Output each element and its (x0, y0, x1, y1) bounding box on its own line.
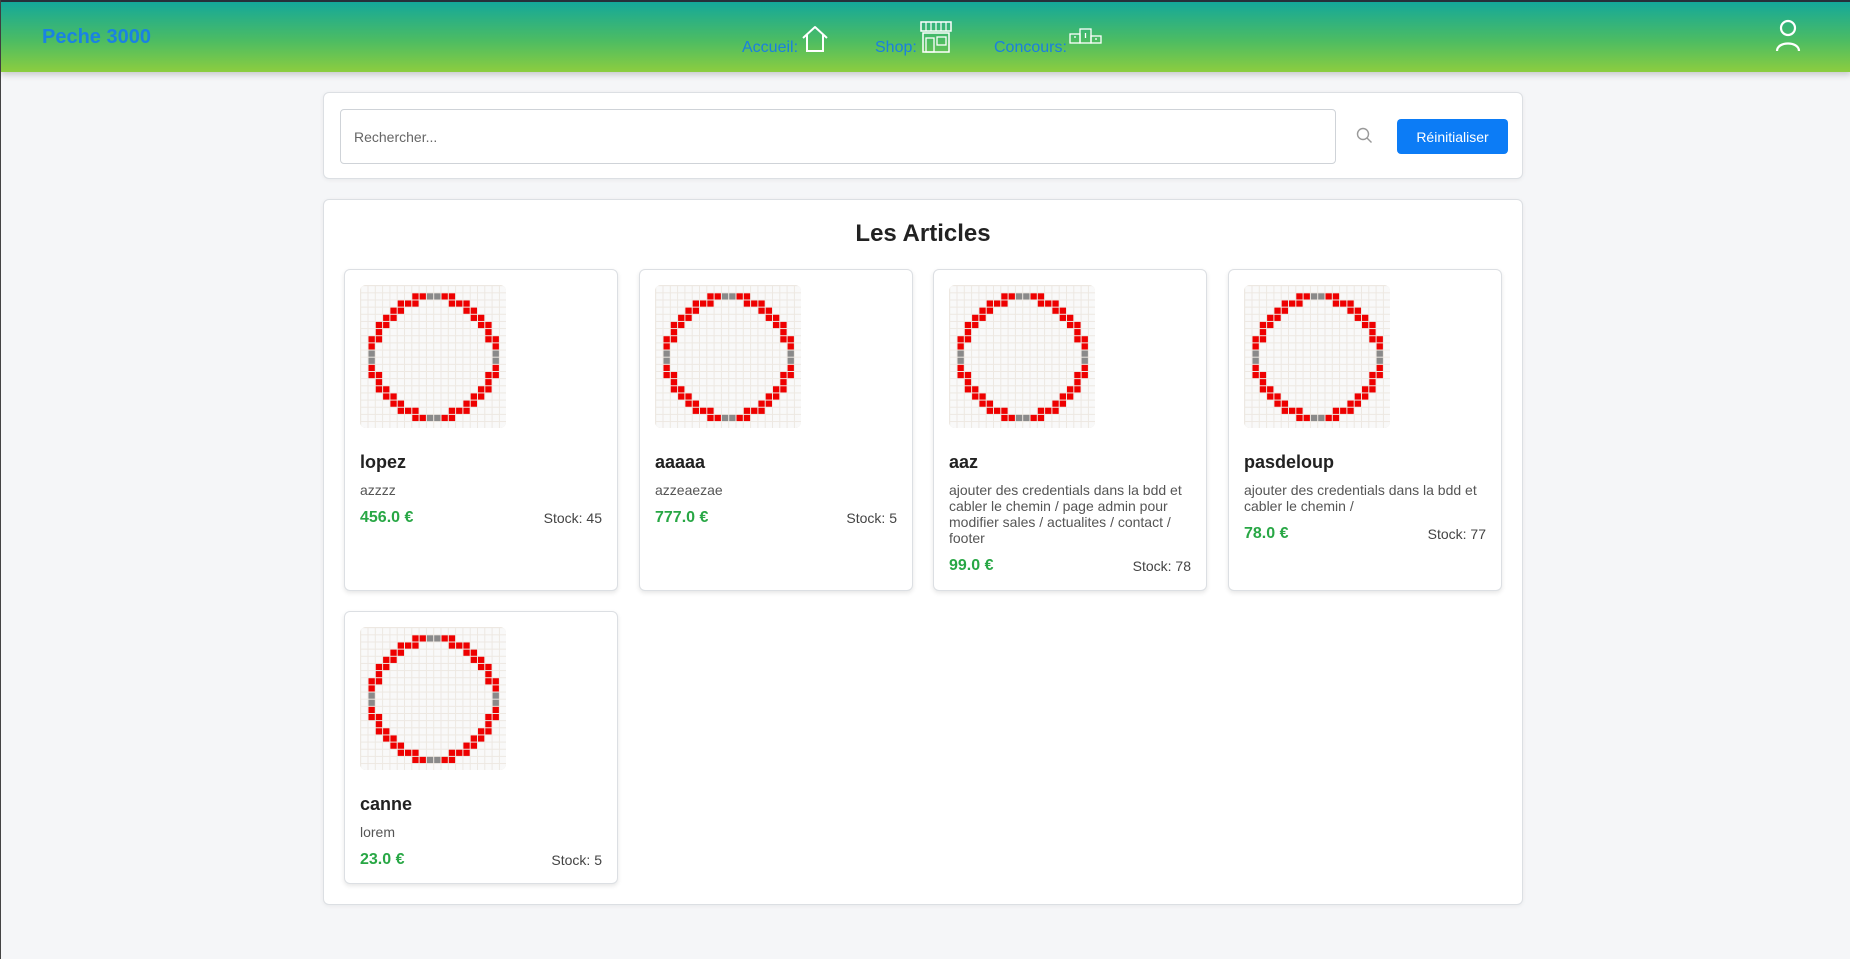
nav-link-label: Accueil: (742, 39, 799, 56)
article-price: 23.0 € (360, 851, 405, 868)
article-stock: Stock: 5 (846, 510, 897, 526)
product-image (360, 627, 506, 770)
article-price: 456.0 € (360, 509, 414, 526)
search-panel: Réinitialiser (323, 92, 1523, 179)
reset-button[interactable]: Réinitialiser (1397, 119, 1508, 154)
article-name: canne (360, 794, 413, 814)
product-image (949, 285, 1095, 428)
shop-icon (919, 20, 953, 59)
article-stock: Stock: 78 (1132, 558, 1191, 574)
nav-link-label: Concours: (994, 39, 1067, 56)
article-card[interactable]: pasdeloup ajouter des credentials dans l… (1228, 269, 1502, 591)
nav-link-label: Shop: (875, 39, 917, 56)
article-description: azzzz (360, 482, 396, 498)
article-card[interactable]: canne lorem 23.0 € Stock: 5 (344, 611, 618, 884)
search-icon[interactable] (1355, 126, 1375, 146)
article-price: 99.0 € (949, 557, 994, 574)
nav-link-concours[interactable]: Concours: (994, 19, 1103, 59)
home-icon (800, 24, 830, 59)
article-description: azzeaezae (655, 482, 723, 498)
article-card[interactable]: aaaaa azzeaezae 777.0 € Stock: 5 (639, 269, 913, 591)
article-card[interactable]: lopez azzzz 456.0 € Stock: 45 (344, 269, 618, 591)
article-name: aaaaa (655, 452, 706, 472)
nav-link-accueil[interactable]: Accueil: (742, 19, 830, 59)
article-name: pasdeloup (1244, 452, 1335, 472)
article-description: ajouter des credentials dans la bdd et c… (1244, 482, 1477, 514)
product-image (1244, 285, 1390, 428)
article-price: 78.0 € (1244, 525, 1289, 542)
article-name: lopez (360, 452, 407, 472)
product-image (360, 285, 506, 428)
article-price: 777.0 € (655, 509, 709, 526)
article-stock: Stock: 45 (543, 510, 602, 526)
articles-panel: Les Articles lopez azzzz 456.0 € Stock: … (323, 199, 1523, 905)
article-description: ajouter des credentials dans la bdd et c… (949, 482, 1182, 546)
article-stock: Stock: 5 (551, 852, 602, 868)
article-card[interactable]: aaz ajouter des credentials dans la bdd … (933, 269, 1207, 591)
product-image (655, 285, 801, 428)
navbar: Peche 3000 Accueil: Shop: Concours: (1, 0, 1850, 72)
article-stock: Stock: 77 (1427, 526, 1486, 542)
podium-icon (1069, 24, 1103, 59)
brand-logo[interactable]: Peche 3000 (42, 26, 151, 49)
user-icon[interactable] (1774, 19, 1802, 53)
article-name: aaz (949, 452, 979, 472)
search-input[interactable] (340, 109, 1336, 164)
nav-link-shop[interactable]: Shop: (875, 19, 953, 59)
article-description: lorem (360, 824, 396, 840)
page-title: Les Articles (855, 220, 991, 247)
